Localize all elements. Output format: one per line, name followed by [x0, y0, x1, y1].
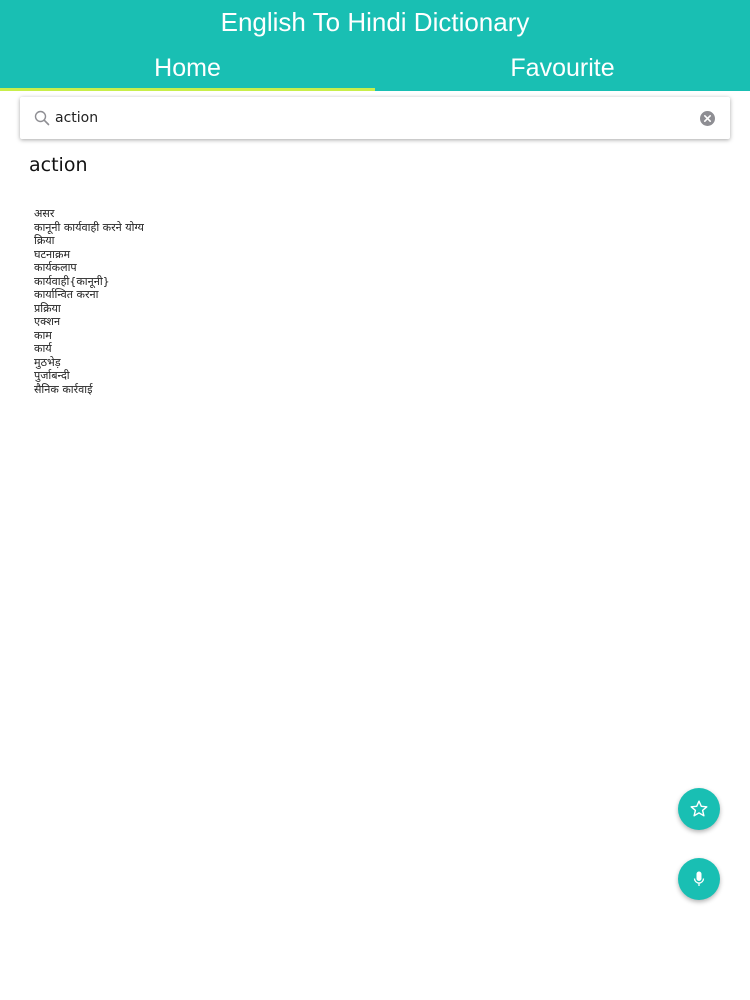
- tab-favourite-label: Favourite: [510, 54, 615, 82]
- active-tab-indicator: [0, 88, 375, 91]
- list-item: सैनिक कार्रवाई: [34, 382, 93, 396]
- list-item: घटनाक्रम: [34, 247, 71, 261]
- app-title: English To Hindi Dictionary: [220, 7, 530, 37]
- list-item: कार्यवाही{कानूनी}: [34, 274, 110, 288]
- tab-favourite[interactable]: Favourite: [375, 50, 750, 91]
- search-input[interactable]: [55, 97, 695, 139]
- word-heading: action: [29, 154, 88, 176]
- add-favourite-button[interactable]: [678, 788, 720, 830]
- app-screen: English To Hindi Dictionary Home Favouri…: [0, 0, 750, 1000]
- tab-bar: Home Favourite: [0, 50, 750, 91]
- app-header: English To Hindi Dictionary Home Favouri…: [0, 0, 750, 91]
- list-item: एक्शन: [34, 315, 61, 328]
- list-item: कार्यान्वित करना: [34, 288, 99, 301]
- clear-icon[interactable]: [700, 111, 715, 126]
- list-item: क्रिया: [34, 234, 55, 247]
- list-item: कार्य: [34, 342, 52, 355]
- search-icon: [34, 110, 50, 126]
- list-item: असर: [34, 207, 55, 220]
- list-item: प्रक्रिया: [34, 301, 61, 315]
- list-item: मुठभेड़: [34, 355, 61, 369]
- meanings-list: असर कानूनी कार्यवाही करने योग्य क्रिया घ…: [34, 207, 144, 396]
- list-item: काम: [34, 328, 52, 342]
- list-item: कानूनी कार्यवाही करने योग्य: [34, 220, 144, 234]
- tab-home-label: Home: [154, 54, 221, 82]
- voice-search-button[interactable]: [678, 858, 720, 900]
- search-bar: [20, 97, 730, 139]
- tab-home[interactable]: Home: [0, 50, 375, 91]
- list-item: कार्यकलाप: [34, 261, 77, 274]
- star-icon: [690, 800, 708, 817]
- microphone-icon: [693, 871, 705, 886]
- list-item: पुर्जाबन्दी: [34, 369, 70, 382]
